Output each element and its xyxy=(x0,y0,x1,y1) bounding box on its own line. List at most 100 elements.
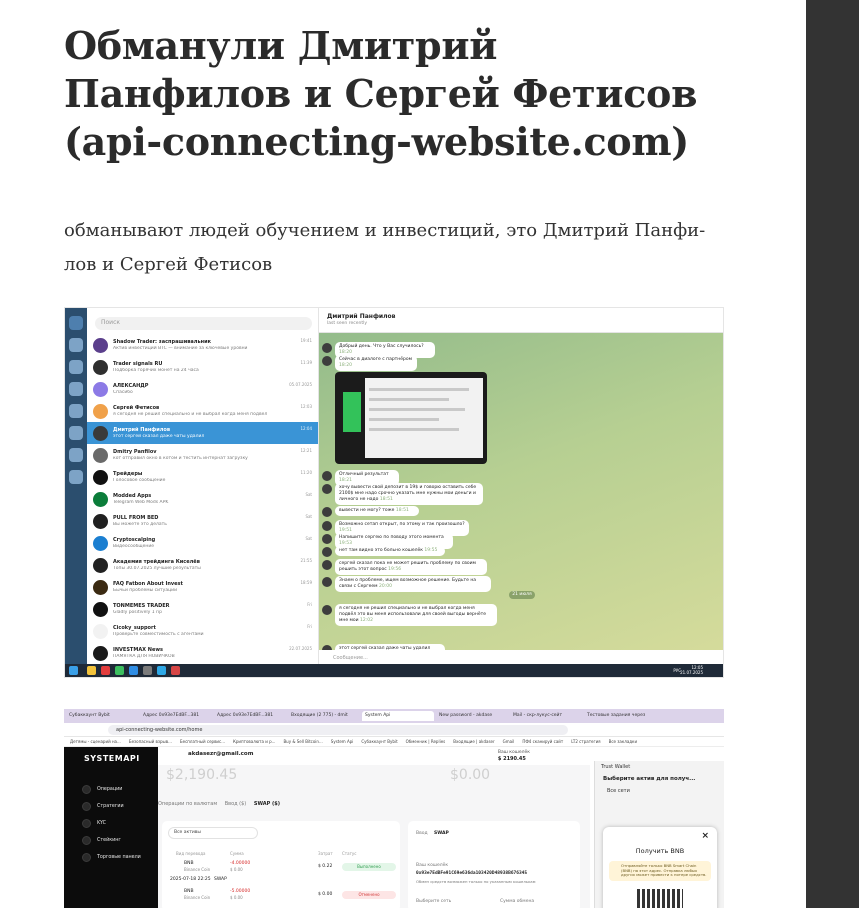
row-network: Binance Coin xyxy=(184,895,211,900)
bookmark-item[interactable]: Безопасный взрыв... xyxy=(129,739,172,744)
avatar xyxy=(93,469,108,485)
message-text: Знаем о проблеме, ищем возможное решение… xyxy=(339,578,477,589)
systemapi-screenshot: Субаккаунт Bybit Адрес 0x93e7EdBF...381 Ад… xyxy=(64,709,724,908)
sidebar-nav-item[interactable]: KYC xyxy=(64,815,158,832)
tab-swap: SWAP ($) xyxy=(253,801,281,807)
message-avatar xyxy=(322,534,332,544)
trust-wallet-header: Выберите актив для получ... xyxy=(603,776,696,782)
chat-list-item[interactable]: Trader signals RU Подборка горячих монет … xyxy=(87,356,318,378)
chat-time: Sat xyxy=(305,492,312,497)
chat-name: FAQ Fatbon About Invest xyxy=(113,581,183,587)
telegram-chat-list: Поиск Shadow Trader: заспрашивальник Aкти… xyxy=(87,308,319,677)
bookmark-item[interactable]: Криптовалюта и р... xyxy=(233,739,275,744)
bookmark-item[interactable]: Бесплатный сервис... xyxy=(180,739,225,744)
avatar xyxy=(93,623,108,639)
sidebar-nav-item[interactable]: Стратегии xyxy=(64,798,158,815)
bookmark-item[interactable]: LT2 стратегия xyxy=(571,739,600,744)
chat-name: Shadow Trader: заспрашивальник xyxy=(113,339,211,345)
message-avatar xyxy=(322,547,332,557)
bookmark-item[interactable]: Входящие | akdaser xyxy=(453,739,494,744)
nav-label: Стратегии xyxy=(97,804,124,809)
trust-wallet-extension: Trust Wallet Выберите актив для получ...… xyxy=(594,761,724,908)
bookmark-item[interactable]: Gmail xyxy=(503,739,515,744)
avatar xyxy=(93,601,108,617)
bookmark-item[interactable]: System Api xyxy=(331,739,354,744)
close-icon[interactable]: × xyxy=(701,831,709,841)
avatar xyxy=(93,337,108,353)
chat-list-item[interactable]: INVESTMAX News ПАМЯТКА ДЛЯ НОВИЧКОВ 22.07.… xyxy=(87,642,318,664)
avatar xyxy=(93,447,108,463)
chat-list-item[interactable]: PULL FROM BED Вы можете это делать Sat xyxy=(87,510,318,532)
receive-warning: Отправляйте только BNB Smart Chain (BNB)… xyxy=(609,861,711,881)
browser-tab[interactable]: Входящие (2 775) - dmit xyxy=(288,711,360,721)
chat-preview: Gladly positively 1 rip xyxy=(113,610,162,615)
row-amount-usd: $ 0.00 xyxy=(230,867,243,872)
systemapi-sidebar: SYSTEMAPI Операции Стратегии KYC Стейкинг То… xyxy=(64,747,158,908)
article-lead: обманывают людей обучением и инвестиций,… xyxy=(64,220,706,275)
browser-tab[interactable]: Mail - скр-лукус-сейт xyxy=(510,711,582,721)
message-bubble: хочу вывести свой депозит в 19$ и говорю… xyxy=(335,483,483,505)
browser-tab[interactable]: System Api xyxy=(362,711,434,721)
chat-list-item[interactable]: Дмитрий Панфилов этот сергей сказал даже … xyxy=(87,422,318,444)
browser-tab[interactable]: Тестовые задания через xyxy=(584,711,656,721)
message-time: 19:55 xyxy=(424,548,438,553)
bookmark-item[interactable]: Субаккаунт Bybit xyxy=(361,739,397,744)
chat-list-item[interactable]: Академия трейдинга Киселёв Топы 30.07.202… xyxy=(87,554,318,576)
chat-list-item[interactable]: Сергей Фетисов я сегодня не решил специал… xyxy=(87,400,318,422)
bookmark-item[interactable]: ПФ4 сканируй сайт xyxy=(522,739,563,744)
app-icon xyxy=(143,666,152,675)
chat-list-item[interactable]: Cicoky_support Проверьте совместимость с … xyxy=(87,620,318,642)
nav-icon xyxy=(82,802,91,811)
message-text: Добрый день. Что у Вас случилось? xyxy=(339,344,424,349)
chat-list-item[interactable]: Shadow Trader: заспрашивальник Aктив инве… xyxy=(87,334,318,356)
chat-preview: Видеосообщение xyxy=(113,544,155,549)
column-header: Статус xyxy=(342,851,357,856)
bookmark-item[interactable]: Все закладки xyxy=(609,739,637,744)
browser-tab[interactable]: New password - akdase xyxy=(436,711,508,721)
chat-name: Dmitry Panfilov xyxy=(113,449,157,455)
chat-list-item[interactable]: АЛЕКСАНДР Спасибо 05.07.2025 xyxy=(87,378,318,400)
row-amount: -5.00000 xyxy=(230,889,251,894)
chat-time: Sat xyxy=(305,536,312,541)
chat-name: PULL FROM BED xyxy=(113,515,159,521)
browser-tab[interactable]: Адрес 0x93e7EdBF...381 xyxy=(214,711,286,721)
browser-tab[interactable]: Адрес 0x93e7EdBF...381 xyxy=(140,711,212,721)
avatar xyxy=(93,359,108,375)
message-text: сергей сказал пока не может решить пробл… xyxy=(339,561,476,572)
chat-preview: Спасибо xyxy=(113,390,133,395)
qr-code xyxy=(637,889,683,908)
chat-preview: Голосовое сообщение xyxy=(113,478,166,483)
user-email: akdasezr@gmail.com xyxy=(188,751,254,757)
sidebar-nav-item[interactable]: Стейкинг xyxy=(64,832,158,849)
nav-label: KYC xyxy=(97,821,106,826)
row-fee: $ 0.22 xyxy=(318,864,333,869)
chat-list-item[interactable]: FAQ Fatbon About Invest Бычьи проблемы си… xyxy=(87,576,318,598)
article-title: Обманули Дмитрий Панфилов и Сергей Фетис… xyxy=(64,23,698,164)
sidebar-nav-item[interactable]: Операции xyxy=(64,781,158,798)
sidebar-nav-item[interactable]: Торговые панели xyxy=(64,849,158,866)
asset-filter: Все активы xyxy=(168,827,258,839)
nav-icon xyxy=(82,836,91,845)
chat-list-item[interactable]: Dmitry Panfilov кот отправил окно в котом… xyxy=(87,444,318,466)
windows-taskbar: РУС 12:05 21.07.2025 xyxy=(65,664,723,677)
bookmark-item[interactable]: Обменник | Replies xyxy=(406,739,446,744)
swap-panel: Ввод SWAP Ваш кошелёк 0x93e7EdBFe91C69e6… xyxy=(408,821,580,908)
chat-list-item[interactable]: Трейдеры Голосовое сообщение 11:20 xyxy=(87,466,318,488)
chat-name: TONMEMES TRADER xyxy=(113,603,170,609)
chat-list-item[interactable]: Modded Apps Telegram Web Mods APK Sat xyxy=(87,488,318,510)
bookmark-item[interactable]: Buy & Sell Bitcoin... xyxy=(283,739,322,744)
chat-list-item[interactable]: Cryptoscalping Видеосообщение Sat xyxy=(87,532,318,554)
message-bubble: вывести не могу? тоже 18:51 xyxy=(335,506,419,516)
folder-icon xyxy=(69,426,83,440)
message-screenshot-image xyxy=(335,372,487,464)
bookmark-item[interactable]: Детямы - сценарий на... xyxy=(70,739,121,744)
tab-operations: Операции по валютам xyxy=(158,801,218,807)
chat-time: Sat xyxy=(305,514,312,519)
chat-time: 05.07.2025 xyxy=(289,382,312,387)
message-time: 20:00 xyxy=(379,584,392,589)
chat-preview: Подборка горячих монет на 24 часа xyxy=(113,368,199,373)
chat-list-item[interactable]: TONMEMES TRADER Gladly positively 1 rip Fr… xyxy=(87,598,318,620)
row-amount-usd: $ 0.00 xyxy=(230,895,243,900)
chat-time: 19:41 xyxy=(300,338,312,343)
browser-tab[interactable]: Субаккаунт Bybit xyxy=(66,711,138,721)
